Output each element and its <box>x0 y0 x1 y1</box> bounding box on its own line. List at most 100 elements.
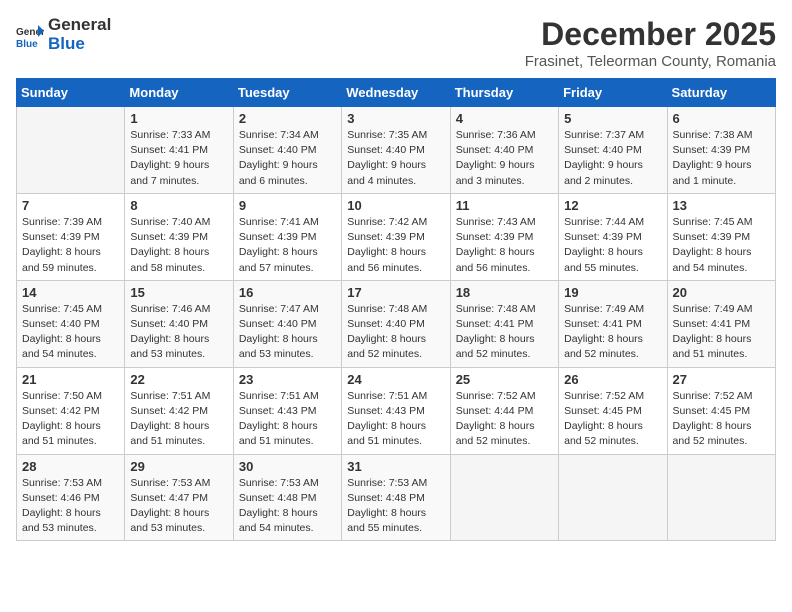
day-number: 1 <box>130 111 227 126</box>
day-info: Sunrise: 7:48 AMSunset: 4:40 PMDaylight:… <box>347 302 444 363</box>
calendar-cell: 12Sunrise: 7:44 AMSunset: 4:39 PMDayligh… <box>559 193 667 280</box>
day-number: 22 <box>130 372 227 387</box>
calendar-week-row: 1 Sunrise: 7:33 AMSunset: 4:41 PMDaylight… <box>17 107 776 194</box>
day-number: 8 <box>130 198 227 213</box>
day-info: Sunrise: 7:49 AMSunset: 4:41 PMDaylight:… <box>564 302 661 363</box>
day-info: Sunrise: 7:52 AMSunset: 4:45 PMDaylight:… <box>564 389 661 450</box>
day-number: 19 <box>564 285 661 300</box>
day-info: Sunrise: 7:53 AMSunset: 4:47 PMDaylight:… <box>130 476 227 537</box>
day-info: Sunrise: 7:36 AMSunset: 4:40 PMDaylight:… <box>456 128 553 189</box>
calendar-cell: 24 Sunrise: 7:51 AMSunset: 4:43 PMDayligh… <box>342 367 450 454</box>
day-number: 28 <box>22 459 119 474</box>
logo-general-text: General <box>48 16 111 35</box>
day-info: Sunrise: 7:51 AMSunset: 4:42 PMDaylight:… <box>130 389 227 450</box>
day-info: Sunrise: 7:37 AMSunset: 4:40 PMDaylight:… <box>564 128 661 189</box>
calendar-cell: 7Sunrise: 7:39 AMSunset: 4:39 PMDaylight… <box>17 193 125 280</box>
calendar-cell: 1 Sunrise: 7:33 AMSunset: 4:41 PMDaylight… <box>125 107 233 194</box>
day-info: Sunrise: 7:52 AMSunset: 4:44 PMDaylight:… <box>456 389 553 450</box>
calendar-week-row: 28 Sunrise: 7:53 AMSunset: 4:46 PMDayligh… <box>17 454 776 541</box>
day-number: 30 <box>239 459 336 474</box>
day-info: Sunrise: 7:53 AMSunset: 4:48 PMDaylight:… <box>347 476 444 537</box>
day-number: 18 <box>456 285 553 300</box>
day-number: 16 <box>239 285 336 300</box>
title-area: December 2025 Frasinet, Teleorman County… <box>525 16 776 70</box>
weekday-header-row: SundayMondayTuesdayWednesdayThursdayFrid… <box>17 79 776 107</box>
day-info: Sunrise: 7:53 AMSunset: 4:46 PMDaylight:… <box>22 476 119 537</box>
day-info: Sunrise: 7:51 AMSunset: 4:43 PMDaylight:… <box>347 389 444 450</box>
weekday-header-friday: Friday <box>559 79 667 107</box>
calendar-cell: 28 Sunrise: 7:53 AMSunset: 4:46 PMDayligh… <box>17 454 125 541</box>
day-number: 6 <box>673 111 770 126</box>
calendar-cell: 10 Sunrise: 7:42 AMSunset: 4:39 PMDayligh… <box>342 193 450 280</box>
calendar-cell: 27Sunrise: 7:52 AMSunset: 4:45 PMDayligh… <box>667 367 775 454</box>
day-number: 23 <box>239 372 336 387</box>
calendar-cell: 14Sunrise: 7:45 AMSunset: 4:40 PMDayligh… <box>17 280 125 367</box>
calendar-cell: 6Sunrise: 7:38 AMSunset: 4:39 PMDaylight… <box>667 107 775 194</box>
weekday-header-monday: Monday <box>125 79 233 107</box>
calendar-cell: 19 Sunrise: 7:49 AMSunset: 4:41 PMDayligh… <box>559 280 667 367</box>
weekday-header-sunday: Sunday <box>17 79 125 107</box>
day-info: Sunrise: 7:40 AMSunset: 4:39 PMDaylight:… <box>130 215 227 276</box>
calendar-cell: 22 Sunrise: 7:51 AMSunset: 4:42 PMDayligh… <box>125 367 233 454</box>
day-info: Sunrise: 7:48 AMSunset: 4:41 PMDaylight:… <box>456 302 553 363</box>
day-info: Sunrise: 7:35 AMSunset: 4:40 PMDaylight:… <box>347 128 444 189</box>
page-header: General Blue General Blue December 2025 … <box>16 16 776 70</box>
calendar-cell: 26Sunrise: 7:52 AMSunset: 4:45 PMDayligh… <box>559 367 667 454</box>
day-info: Sunrise: 7:53 AMSunset: 4:48 PMDaylight:… <box>239 476 336 537</box>
day-number: 20 <box>673 285 770 300</box>
day-info: Sunrise: 7:49 AMSunset: 4:41 PMDaylight:… <box>673 302 770 363</box>
day-number: 7 <box>22 198 119 213</box>
logo: General Blue General Blue <box>16 16 111 53</box>
weekday-header-wednesday: Wednesday <box>342 79 450 107</box>
day-info: Sunrise: 7:45 AMSunset: 4:39 PMDaylight:… <box>673 215 770 276</box>
day-info: Sunrise: 7:43 AMSunset: 4:39 PMDaylight:… <box>456 215 553 276</box>
calendar-cell <box>667 454 775 541</box>
day-info: Sunrise: 7:33 AMSunset: 4:41 PMDaylight:… <box>130 128 227 189</box>
location-subtitle: Frasinet, Teleorman County, Romania <box>525 53 776 70</box>
calendar-cell: 4 Sunrise: 7:36 AMSunset: 4:40 PMDaylight… <box>450 107 558 194</box>
weekday-header-thursday: Thursday <box>450 79 558 107</box>
calendar-cell: 23 Sunrise: 7:51 AMSunset: 4:43 PMDayligh… <box>233 367 341 454</box>
calendar-cell: 11 Sunrise: 7:43 AMSunset: 4:39 PMDayligh… <box>450 193 558 280</box>
day-number: 3 <box>347 111 444 126</box>
day-number: 31 <box>347 459 444 474</box>
day-number: 12 <box>564 198 661 213</box>
calendar-cell: 5 Sunrise: 7:37 AMSunset: 4:40 PMDaylight… <box>559 107 667 194</box>
month-year-title: December 2025 <box>525 16 776 53</box>
calendar-cell: 16 Sunrise: 7:47 AMSunset: 4:40 PMDayligh… <box>233 280 341 367</box>
day-number: 21 <box>22 372 119 387</box>
day-info: Sunrise: 7:51 AMSunset: 4:43 PMDaylight:… <box>239 389 336 450</box>
day-number: 10 <box>347 198 444 213</box>
calendar-cell <box>450 454 558 541</box>
calendar-cell: 29Sunrise: 7:53 AMSunset: 4:47 PMDayligh… <box>125 454 233 541</box>
calendar-cell <box>559 454 667 541</box>
svg-text:Blue: Blue <box>16 39 38 49</box>
day-info: Sunrise: 7:45 AMSunset: 4:40 PMDaylight:… <box>22 302 119 363</box>
calendar-cell: 9 Sunrise: 7:41 AMSunset: 4:39 PMDaylight… <box>233 193 341 280</box>
calendar-week-row: 14Sunrise: 7:45 AMSunset: 4:40 PMDayligh… <box>17 280 776 367</box>
day-number: 24 <box>347 372 444 387</box>
day-number: 2 <box>239 111 336 126</box>
day-number: 17 <box>347 285 444 300</box>
day-number: 13 <box>673 198 770 213</box>
calendar-cell: 13 Sunrise: 7:45 AMSunset: 4:39 PMDayligh… <box>667 193 775 280</box>
calendar-cell <box>17 107 125 194</box>
calendar-cell: 21 Sunrise: 7:50 AMSunset: 4:42 PMDayligh… <box>17 367 125 454</box>
day-number: 9 <box>239 198 336 213</box>
day-info: Sunrise: 7:41 AMSunset: 4:39 PMDaylight:… <box>239 215 336 276</box>
calendar-week-row: 21 Sunrise: 7:50 AMSunset: 4:42 PMDayligh… <box>17 367 776 454</box>
day-number: 5 <box>564 111 661 126</box>
day-number: 27 <box>673 372 770 387</box>
day-info: Sunrise: 7:50 AMSunset: 4:42 PMDaylight:… <box>22 389 119 450</box>
day-info: Sunrise: 7:47 AMSunset: 4:40 PMDaylight:… <box>239 302 336 363</box>
logo-blue-text: Blue <box>48 35 111 54</box>
day-number: 11 <box>456 198 553 213</box>
calendar-cell: 15Sunrise: 7:46 AMSunset: 4:40 PMDayligh… <box>125 280 233 367</box>
weekday-header-saturday: Saturday <box>667 79 775 107</box>
day-number: 4 <box>456 111 553 126</box>
weekday-header-tuesday: Tuesday <box>233 79 341 107</box>
calendar-cell: 2Sunrise: 7:34 AMSunset: 4:40 PMDaylight… <box>233 107 341 194</box>
day-info: Sunrise: 7:42 AMSunset: 4:39 PMDaylight:… <box>347 215 444 276</box>
calendar-cell: 17 Sunrise: 7:48 AMSunset: 4:40 PMDayligh… <box>342 280 450 367</box>
day-number: 15 <box>130 285 227 300</box>
